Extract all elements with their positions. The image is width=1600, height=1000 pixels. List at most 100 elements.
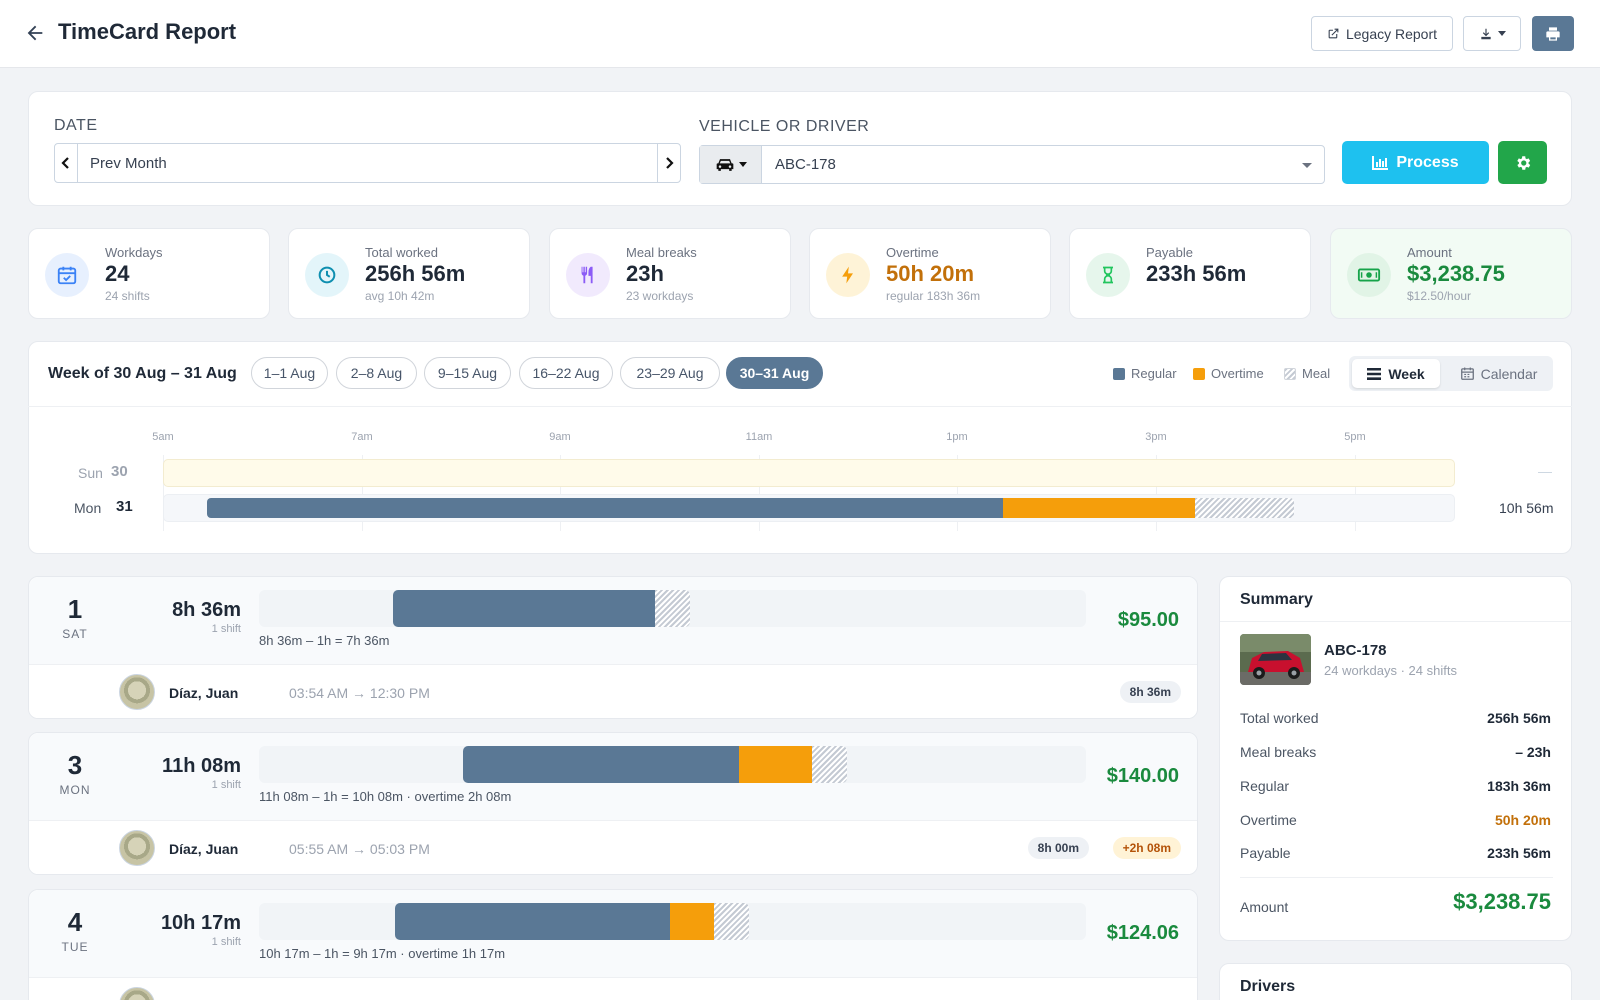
driver-avatar xyxy=(119,674,155,710)
back-arrow-icon[interactable] xyxy=(24,22,46,44)
settings-button[interactable] xyxy=(1498,141,1547,184)
stat-workdays: Workdays 24 24 shifts xyxy=(28,228,270,319)
week-title: Week of 30 Aug – 31 Aug xyxy=(48,365,237,382)
shift-row[interactable]: Díaz, Juan 03:54 AM → 12:30 PM 8h 36m xyxy=(29,664,1197,718)
day-total: — xyxy=(1538,463,1552,479)
day-of-week: Sun xyxy=(78,465,103,481)
summary-card: Summary ABC-178 24 workdays · 24 shifts … xyxy=(1219,576,1572,941)
regular-segment[interactable] xyxy=(393,590,655,627)
stat-overtime: Overtime 50h 20m regular 183h 36m xyxy=(809,228,1051,319)
prev-date-button[interactable] xyxy=(55,144,77,182)
regular-segment[interactable] xyxy=(395,903,670,940)
process-button[interactable]: Process xyxy=(1342,141,1489,184)
shift-duration-badge: 8h 36m xyxy=(1119,681,1181,703)
shift-duration-badge: 8h 00m xyxy=(1027,837,1089,859)
legend-swatch-meal xyxy=(1284,367,1296,380)
week-pill[interactable]: 2–8 Aug xyxy=(336,357,417,389)
shift-times: 03:54 AM → 12:30 PM xyxy=(289,685,430,701)
day-of-week: Mon xyxy=(74,500,102,516)
summary-divider xyxy=(1240,877,1553,878)
vehicle-select-input[interactable]: ABC-178 xyxy=(762,146,1324,183)
stat-sub: 24 shifts xyxy=(105,289,150,303)
overtime-segment[interactable] xyxy=(1003,498,1195,518)
meal-segment[interactable] xyxy=(714,903,749,940)
shift-row[interactable]: Díaz, Juan 05:55 AM → 05:03 PM 8h 00m +2… xyxy=(29,820,1197,874)
list-icon xyxy=(1367,367,1382,380)
stat-value: 24 xyxy=(105,261,130,286)
stat-label: Workdays xyxy=(105,245,163,260)
view-week-button[interactable]: Week xyxy=(1352,359,1440,388)
summary-row-value: 183h 36m xyxy=(1487,778,1551,794)
legend-overtime: Overtime xyxy=(1193,366,1264,381)
stat-sub: regular 183h 36m xyxy=(886,289,981,303)
time-tick: 5pm xyxy=(1344,431,1366,443)
week-pill-active[interactable]: 30–31 Aug xyxy=(726,357,823,389)
chevron-right-icon xyxy=(666,157,674,169)
vehicle-driver-select: ABC-178 xyxy=(699,145,1325,184)
regular-segment[interactable] xyxy=(463,746,739,783)
time-tick: 3pm xyxy=(1145,431,1167,443)
day-name: SAT xyxy=(62,627,88,641)
day-name: MON xyxy=(59,783,91,797)
day-bar-track xyxy=(259,590,1086,627)
summary-title: Summary xyxy=(1240,591,1313,608)
week-pill[interactable]: 1–1 Aug xyxy=(251,357,328,389)
date-input[interactable]: Prev Month xyxy=(77,144,658,182)
vehicle-photo xyxy=(1240,634,1311,685)
summary-row-label: Overtime xyxy=(1240,812,1297,828)
drivers-title: Drivers xyxy=(1240,978,1296,995)
money-icon xyxy=(1347,253,1391,297)
day-calculation: 10h 17m – 1h = 9h 17m · overtime 1h 17m xyxy=(259,946,506,961)
day-amount: $124.06 xyxy=(1106,922,1179,944)
legend-label: Meal xyxy=(1302,366,1331,381)
week-pill[interactable]: 16–22 Aug xyxy=(519,357,613,389)
stat-value: 23h xyxy=(626,261,664,286)
stat-sub: avg 10h 42m xyxy=(365,289,435,303)
view-toggle: Week Calendar xyxy=(1349,356,1553,391)
meal-segment[interactable] xyxy=(812,746,847,783)
week-divider xyxy=(28,406,1572,407)
overtime-segment[interactable] xyxy=(670,903,714,940)
legend-meal: Meal xyxy=(1284,366,1330,381)
print-button[interactable] xyxy=(1532,16,1574,51)
utensils-icon xyxy=(566,253,610,297)
download-button[interactable] xyxy=(1463,16,1521,51)
regular-segment[interactable] xyxy=(207,498,1003,518)
chevron-down-icon xyxy=(1497,31,1506,36)
day-total: 8h 36m xyxy=(172,599,241,621)
external-link-icon xyxy=(1328,28,1339,39)
shift-row[interactable] xyxy=(29,977,1197,1000)
legend-regular: Regular xyxy=(1113,366,1177,381)
day-total: 10h 56m xyxy=(1499,500,1554,516)
week-pill[interactable]: 9–15 Aug xyxy=(424,357,511,389)
legend-swatch-regular xyxy=(1113,367,1125,380)
driver-name: Díaz, Juan xyxy=(169,841,239,857)
day-number: 1 xyxy=(67,594,83,624)
day-card: 3 MON 11h 08m 1 shift 11h 08m – 1h = 10h… xyxy=(28,732,1198,875)
bar-chart-icon xyxy=(1372,155,1389,170)
day-amount: $95.00 xyxy=(1117,609,1179,631)
select-caret-icon xyxy=(1302,163,1312,168)
meal-segment[interactable] xyxy=(1195,498,1294,518)
day-total: 11h 08m xyxy=(162,755,241,777)
time-tick: 11am xyxy=(745,431,773,443)
stat-meal-breaks: Meal breaks 23h 23 workdays xyxy=(549,228,791,319)
stat-label: Payable xyxy=(1146,245,1193,260)
day-number: 4 xyxy=(67,907,83,937)
view-week-label: Week xyxy=(1388,365,1425,382)
stat-value: 50h 20m xyxy=(886,261,975,286)
next-date-button[interactable] xyxy=(658,144,680,182)
overtime-segment[interactable] xyxy=(739,746,812,783)
time-tick: 1pm xyxy=(946,431,968,443)
legacy-report-button[interactable]: Legacy Report xyxy=(1311,16,1453,51)
vehicle-type-dropdown[interactable] xyxy=(700,146,762,183)
vehicle-label: VEHICLE OR DRIVER xyxy=(699,118,870,135)
hourglass-icon xyxy=(1086,253,1130,297)
meal-segment[interactable] xyxy=(655,590,690,627)
summary-divider xyxy=(1220,621,1571,622)
summary-amount-value: $3,238.75 xyxy=(1453,889,1551,914)
shift-count: 1 shift xyxy=(211,623,241,635)
calendar-check-icon xyxy=(45,253,89,297)
week-pill[interactable]: 23–29 Aug xyxy=(620,357,720,389)
view-calendar-button[interactable]: Calendar xyxy=(1449,359,1549,388)
